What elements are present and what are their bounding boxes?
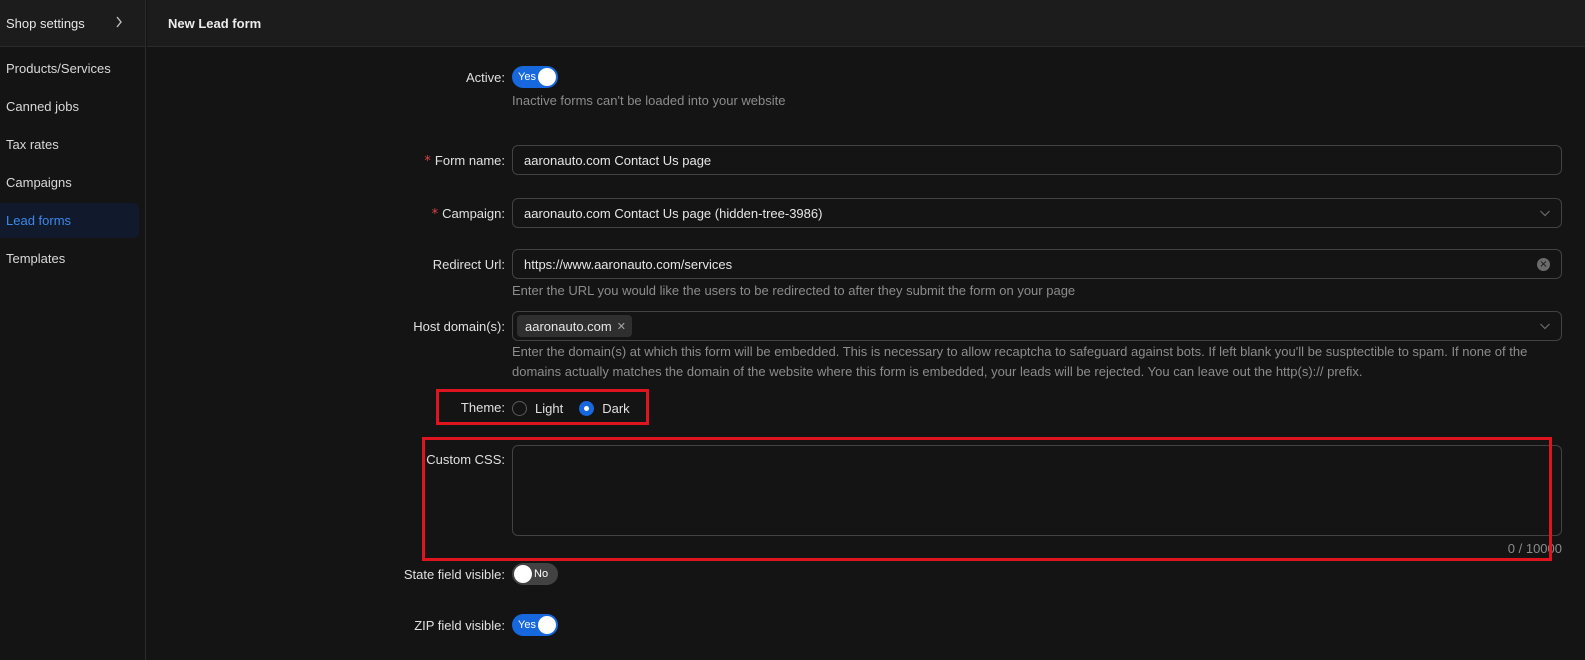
- sidebar-item-campaigns[interactable]: Campaigns: [0, 165, 139, 200]
- sidebar-header-label: Shop settings: [6, 15, 85, 31]
- required-mark: *: [424, 154, 431, 169]
- toggle-knob: [514, 565, 532, 583]
- domain-tag-label: aaronauto.com: [525, 318, 612, 334]
- redirect-url-value: https://www.aaronauto.com/services: [524, 256, 733, 272]
- active-label: Active:: [465, 70, 505, 85]
- highlight-box-custom-css: [422, 437, 1552, 561]
- active-toggle[interactable]: Yes: [512, 66, 558, 88]
- highlight-box-theme: [436, 389, 649, 425]
- host-domains-label: Host domain(s):: [413, 319, 505, 334]
- chevron-right-icon: [115, 16, 123, 31]
- sidebar: Shop settings Products/Services Canned j…: [0, 0, 146, 660]
- campaign-selected-value: aaronauto.com Contact Us page (hidden-tr…: [524, 205, 823, 221]
- state-field-toggle-text: No: [534, 568, 549, 580]
- sidebar-item-label: Canned jobs: [6, 99, 79, 114]
- close-icon[interactable]: ✕: [617, 320, 626, 333]
- redirect-url-input[interactable]: https://www.aaronauto.com/services ×: [512, 249, 1562, 279]
- page-header: New Lead form: [147, 0, 1585, 47]
- chevron-down-icon: [1540, 323, 1550, 330]
- sidebar-header-shop-settings[interactable]: Shop settings: [0, 0, 145, 47]
- host-domains-help-text: Enter the domain(s) at which this form w…: [512, 342, 1562, 382]
- sidebar-item-tax-rates[interactable]: Tax rates: [0, 127, 139, 162]
- sidebar-item-templates[interactable]: Templates: [0, 241, 139, 276]
- host-domains-select[interactable]: aaronauto.com ✕: [512, 311, 1562, 341]
- campaign-label-text: Campaign:: [442, 206, 505, 221]
- sidebar-item-lead-forms[interactable]: Lead forms: [0, 203, 139, 238]
- toggle-knob: [538, 616, 556, 634]
- active-toggle-text: Yes: [518, 71, 536, 83]
- campaign-label: * Campaign:: [432, 206, 505, 222]
- sidebar-item-products-services[interactable]: Products/Services: [0, 51, 139, 86]
- redirect-url-label: Redirect Url:: [432, 257, 505, 272]
- sidebar-item-label: Campaigns: [6, 175, 72, 190]
- sidebar-item-label: Templates: [6, 251, 66, 266]
- sidebar-item-canned-jobs[interactable]: Canned jobs: [0, 89, 139, 124]
- theme-radio-group: Light Dark: [512, 397, 1562, 419]
- chevron-down-icon: [1540, 210, 1550, 217]
- form-name-label: * Form name:: [424, 153, 505, 169]
- sidebar-item-label: Products/Services: [6, 61, 111, 76]
- state-field-label: State field visible:: [403, 567, 505, 582]
- state-field-toggle[interactable]: No: [512, 563, 558, 585]
- campaign-select[interactable]: aaronauto.com Contact Us page (hidden-tr…: [512, 198, 1562, 228]
- form-name-input[interactable]: aaronauto.com Contact Us page: [512, 145, 1562, 175]
- page-title: New Lead form: [168, 15, 262, 31]
- clear-icon[interactable]: ×: [1537, 258, 1550, 271]
- host-domains-help-line: domains actually matches the domain of t…: [512, 364, 1363, 379]
- zip-field-toggle[interactable]: Yes: [512, 614, 558, 636]
- form-name-label-text: Form name:: [434, 153, 505, 168]
- redirect-url-help-text: Enter the URL you would like the users t…: [512, 283, 1076, 298]
- sidebar-item-label: Lead forms: [6, 213, 72, 228]
- zip-field-toggle-text: Yes: [518, 619, 536, 631]
- form-name-value: aaronauto.com Contact Us page: [524, 152, 712, 168]
- sidebar-item-label: Tax rates: [6, 137, 59, 152]
- toggle-knob: [538, 68, 556, 86]
- host-domains-help-line: Enter the domain(s) at which this form w…: [512, 344, 1528, 359]
- domain-tag: aaronauto.com ✕: [517, 315, 632, 337]
- zip-field-label: ZIP field visible:: [414, 618, 505, 633]
- active-help-text: Inactive forms can't be loaded into your…: [512, 93, 786, 108]
- required-mark: *: [431, 207, 439, 222]
